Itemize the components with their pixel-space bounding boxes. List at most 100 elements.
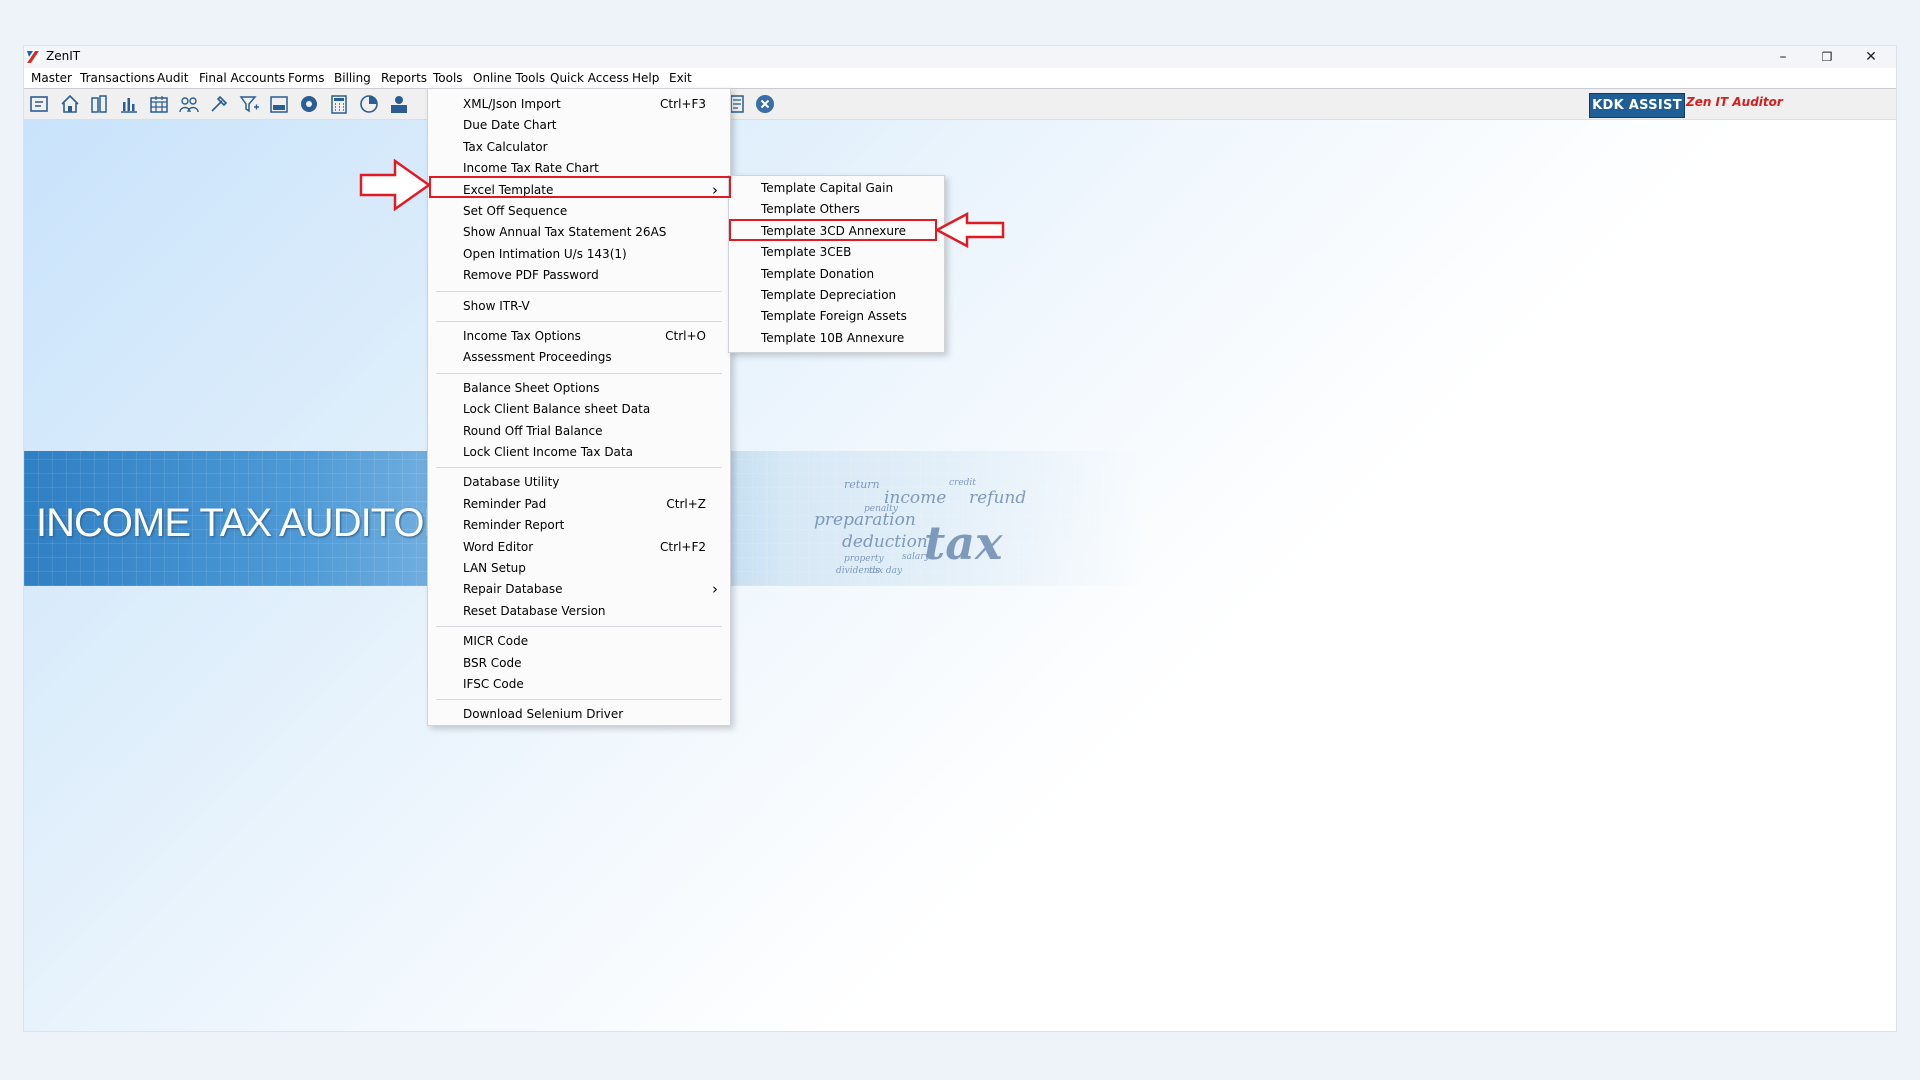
menu-billing[interactable]: Billing — [333, 70, 372, 86]
open-folder-icon[interactable] — [29, 93, 51, 115]
close-circle-icon[interactable] — [754, 93, 776, 115]
menu-item-set-off-sequence[interactable]: Set Off Sequence — [428, 201, 730, 222]
menu-item-label: Remove PDF Password — [463, 268, 599, 283]
submenu-item-template-capital-gain[interactable]: Template Capital Gain — [729, 178, 944, 199]
menu-reports[interactable]: Reports — [380, 70, 428, 86]
menu-item-ifsc-code[interactable]: IFSC Code — [428, 674, 730, 695]
submenu-item-label: Template Capital Gain — [761, 181, 894, 195]
menu-item-micr-code[interactable]: MICR Code — [428, 631, 730, 652]
pay-icon[interactable] — [388, 93, 410, 115]
menu-item-repair-database[interactable]: Repair Database › — [428, 579, 730, 600]
tax-icon[interactable] — [268, 93, 290, 115]
pie-chart-icon[interactable] — [358, 93, 380, 115]
menu-item-open-intimation-u-s-143-1[interactable]: Open Intimation U/s 143(1) — [428, 244, 730, 265]
collage-word: return — [844, 478, 880, 491]
submenu-item-label: Template Foreign Assets — [761, 309, 907, 324]
menu-exit[interactable]: Exit — [668, 70, 693, 86]
building-icon[interactable] — [88, 93, 110, 115]
menu-item-tax-calculator[interactable]: Tax Calculator — [428, 137, 730, 158]
calendar-icon[interactable] — [148, 93, 170, 115]
workspace: INCOME TAX AUDITOR income refund prepara… — [24, 120, 1896, 1031]
menu-item-label: IFSC Code — [463, 677, 524, 691]
toolbar: KDK ASSIST Zen IT Auditor — [24, 89, 1896, 120]
menu-item-download-selenium-driver[interactable]: Download Selenium Driver — [428, 704, 730, 725]
minimize-button[interactable]: – — [1761, 46, 1805, 68]
menu-help[interactable]: Help — [631, 70, 660, 86]
menu-item-label: Download Selenium Driver — [463, 707, 624, 722]
users-icon[interactable] — [178, 93, 200, 115]
menu-quick-access[interactable]: Quick Access — [549, 70, 630, 86]
template-3cd-annexure-highlight — [729, 219, 937, 241]
menu-item-show-annual-tax-statement-26as[interactable]: Show Annual Tax Statement 26AS — [428, 222, 730, 243]
banner-title: INCOME TAX AUDITOR — [36, 501, 452, 545]
menu-item-remove-pdf-password[interactable]: Remove PDF Password — [428, 265, 730, 286]
kdk-assist-button[interactable]: KDK ASSIST — [1589, 93, 1685, 118]
menu-item-label: Word Editor — [463, 539, 534, 554]
menu-item-label: Open Intimation U/s 143(1) — [463, 246, 627, 261]
menu-item-reminder-report[interactable]: Reminder Report — [428, 515, 730, 536]
menu-item-database-utility[interactable]: Database Utility — [428, 472, 730, 493]
menu-item-bsr-code[interactable]: BSR Code — [428, 653, 730, 674]
calculator-icon[interactable] — [328, 93, 350, 115]
menu-item-label: Lock Client Income Tax Data — [463, 445, 633, 459]
menu-forms[interactable]: Forms — [287, 70, 325, 86]
menu-item-show-itr-v[interactable]: Show ITR-V — [428, 296, 730, 317]
bar-chart-icon[interactable] — [118, 93, 140, 115]
collage-word: refund — [969, 488, 1027, 508]
collage-word: salary — [902, 552, 930, 562]
submenu-item-label: Template Others — [761, 202, 860, 217]
collage-word: credit — [949, 478, 976, 488]
collage-word: penalty — [864, 504, 898, 514]
menu-item-label: Tax Calculator — [463, 139, 548, 154]
menu-item-reset-database-version[interactable]: Reset Database Version — [428, 601, 730, 622]
menu-item-label: Show Annual Tax Statement 26AS — [463, 225, 667, 240]
menu-item-label: MICR Code — [463, 634, 529, 649]
menu-item-label: Repair Database — [463, 582, 563, 597]
menu-item-round-off-trial-balance[interactable]: Round Off Trial Balance — [428, 421, 730, 442]
menu-item-label: Round Off Trial Balance — [463, 423, 603, 438]
menu-item-income-tax-options[interactable]: Income Tax Options Ctrl+O — [428, 326, 730, 347]
menu-bar: Master Transactions Audit Final Accounts… — [24, 68, 1896, 89]
menu-item-label: Reminder Report — [463, 518, 565, 533]
menu-item-word-editor[interactable]: Word Editor Ctrl+F2 — [428, 537, 730, 558]
menu-item-label: Lock Client Balance sheet Data — [463, 402, 651, 417]
menu-item-xml-json-import[interactable]: XML/Json Import Ctrl+F3 — [428, 94, 730, 115]
menu-item-label: Balance Sheet Options — [463, 380, 600, 395]
app-window: ZenIT – ❐ ✕ Master Transactions Audit Fi… — [24, 46, 1896, 1031]
menu-item-lan-setup[interactable]: LAN Setup — [428, 558, 730, 579]
menu-item-reminder-pad[interactable]: Reminder Pad Ctrl+Z — [428, 494, 730, 515]
submenu-item-template-foreign-assets[interactable]: Template Foreign Assets — [729, 306, 944, 327]
chevron-right-icon: › — [712, 580, 718, 599]
menu-item-lock-client-balance-sheet-data[interactable]: Lock Client Balance sheet Data — [428, 399, 730, 420]
tools-icon[interactable] — [208, 93, 230, 115]
menu-item-label: BSR Code — [463, 655, 522, 670]
filter-icon[interactable] — [238, 93, 260, 115]
restore-button[interactable]: ❐ — [1805, 46, 1849, 68]
menu-item-balance-sheet-options[interactable]: Balance Sheet Options — [428, 378, 730, 399]
menu-separator — [436, 372, 722, 374]
menu-item-assessment-proceedings[interactable]: Assessment Proceedings — [428, 347, 730, 368]
menu-item-shortcut: Ctrl+F3 — [660, 97, 706, 111]
submenu-item-label: Template 10B Annexure — [761, 330, 905, 345]
menu-item-due-date-chart[interactable]: Due Date Chart — [428, 115, 730, 136]
submenu-item-template-donation[interactable]: Template Donation — [729, 264, 944, 285]
menu-tools[interactable]: Tools — [432, 70, 464, 86]
menu-master[interactable]: Master — [30, 70, 73, 86]
submenu-item-template-10b-annexure[interactable]: Template 10B Annexure — [729, 328, 944, 349]
menu-online-tools[interactable]: Online Tools — [472, 70, 546, 86]
menu-transactions[interactable]: Transactions — [79, 70, 156, 86]
menu-final-accounts[interactable]: Final Accounts — [198, 70, 286, 86]
submenu-item-template-depreciation[interactable]: Template Depreciation — [729, 285, 944, 306]
menu-audit[interactable]: Audit — [156, 70, 189, 86]
eye-icon[interactable] — [298, 93, 320, 115]
submenu-item-template-others[interactable]: Template Others — [729, 199, 944, 220]
excel-template-highlight — [429, 176, 731, 198]
menu-item-lock-client-income-tax-data[interactable]: Lock Client Income Tax Data — [428, 442, 730, 463]
home-icon[interactable] — [59, 93, 81, 115]
collage-word: deduction — [842, 532, 928, 552]
submenu-item-template-3ceb[interactable]: Template 3CEB — [729, 242, 944, 263]
submenu-item-label: Template Depreciation — [761, 288, 897, 302]
collage-word: dividends — [836, 566, 880, 576]
close-button[interactable]: ✕ — [1849, 46, 1893, 68]
menu-separator — [436, 321, 722, 322]
